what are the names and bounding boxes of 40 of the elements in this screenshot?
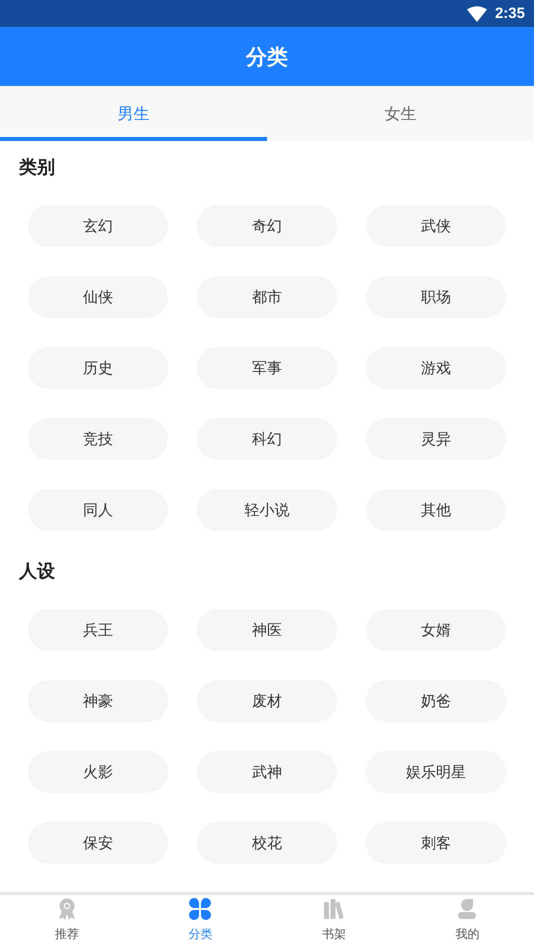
category-chip[interactable]: 同人 [28, 489, 168, 531]
category-chip[interactable]: 校花 [197, 822, 337, 864]
clover-icon [188, 897, 212, 921]
category-chip[interactable]: 其他 [366, 489, 506, 531]
nav-item[interactable]: 书架 [267, 895, 400, 949]
category-chip[interactable]: 都市 [197, 276, 337, 318]
category-chip[interactable]: 神豪 [28, 680, 168, 722]
category-chip[interactable]: 娱乐明星 [366, 751, 506, 793]
category-chip[interactable]: 女婿 [366, 609, 506, 651]
category-chip[interactable]: 武侠 [366, 205, 506, 247]
section-title: 类别 [18, 156, 56, 180]
nav-item[interactable]: 我的 [400, 895, 534, 949]
category-chip[interactable]: 灵异 [366, 418, 506, 460]
category-chip[interactable]: 轻小说 [197, 489, 337, 531]
category-chip[interactable]: 神医 [197, 609, 337, 651]
category-chip[interactable]: 武神 [197, 751, 337, 793]
status-time: 2:35 [494, 5, 525, 22]
category-chip[interactable]: 奇幻 [197, 205, 337, 247]
section-title: 人设 [18, 560, 56, 584]
category-chip[interactable]: 历史 [28, 347, 168, 389]
category-chip[interactable]: 职场 [366, 276, 506, 318]
tab[interactable]: 女生 [267, 87, 534, 141]
category-chip[interactable]: 废材 [197, 680, 337, 722]
category-chip[interactable]: 游戏 [366, 347, 506, 389]
category-chip[interactable]: 兵王 [28, 609, 168, 651]
category-chip[interactable]: 军事 [197, 347, 337, 389]
category-chip[interactable]: 奶爸 [366, 680, 506, 722]
category-chip[interactable]: 科幻 [197, 418, 337, 460]
category-chip[interactable]: 竞技 [28, 418, 168, 460]
category-chip[interactable]: 仙侠 [28, 276, 168, 318]
books-icon [322, 897, 346, 921]
category-chip[interactable]: 刺客 [366, 822, 506, 864]
nav-item[interactable]: 分类 [134, 895, 267, 949]
page-title: 分类 [246, 44, 288, 70]
wifi-icon [466, 6, 487, 22]
nav-item[interactable]: 推荐 [0, 895, 134, 949]
tab[interactable]: 男生 [0, 87, 267, 141]
category-chip[interactable]: 保安 [28, 822, 168, 864]
category-chip[interactable]: 玄幻 [28, 205, 168, 247]
category-chip[interactable]: 火影 [28, 751, 168, 793]
